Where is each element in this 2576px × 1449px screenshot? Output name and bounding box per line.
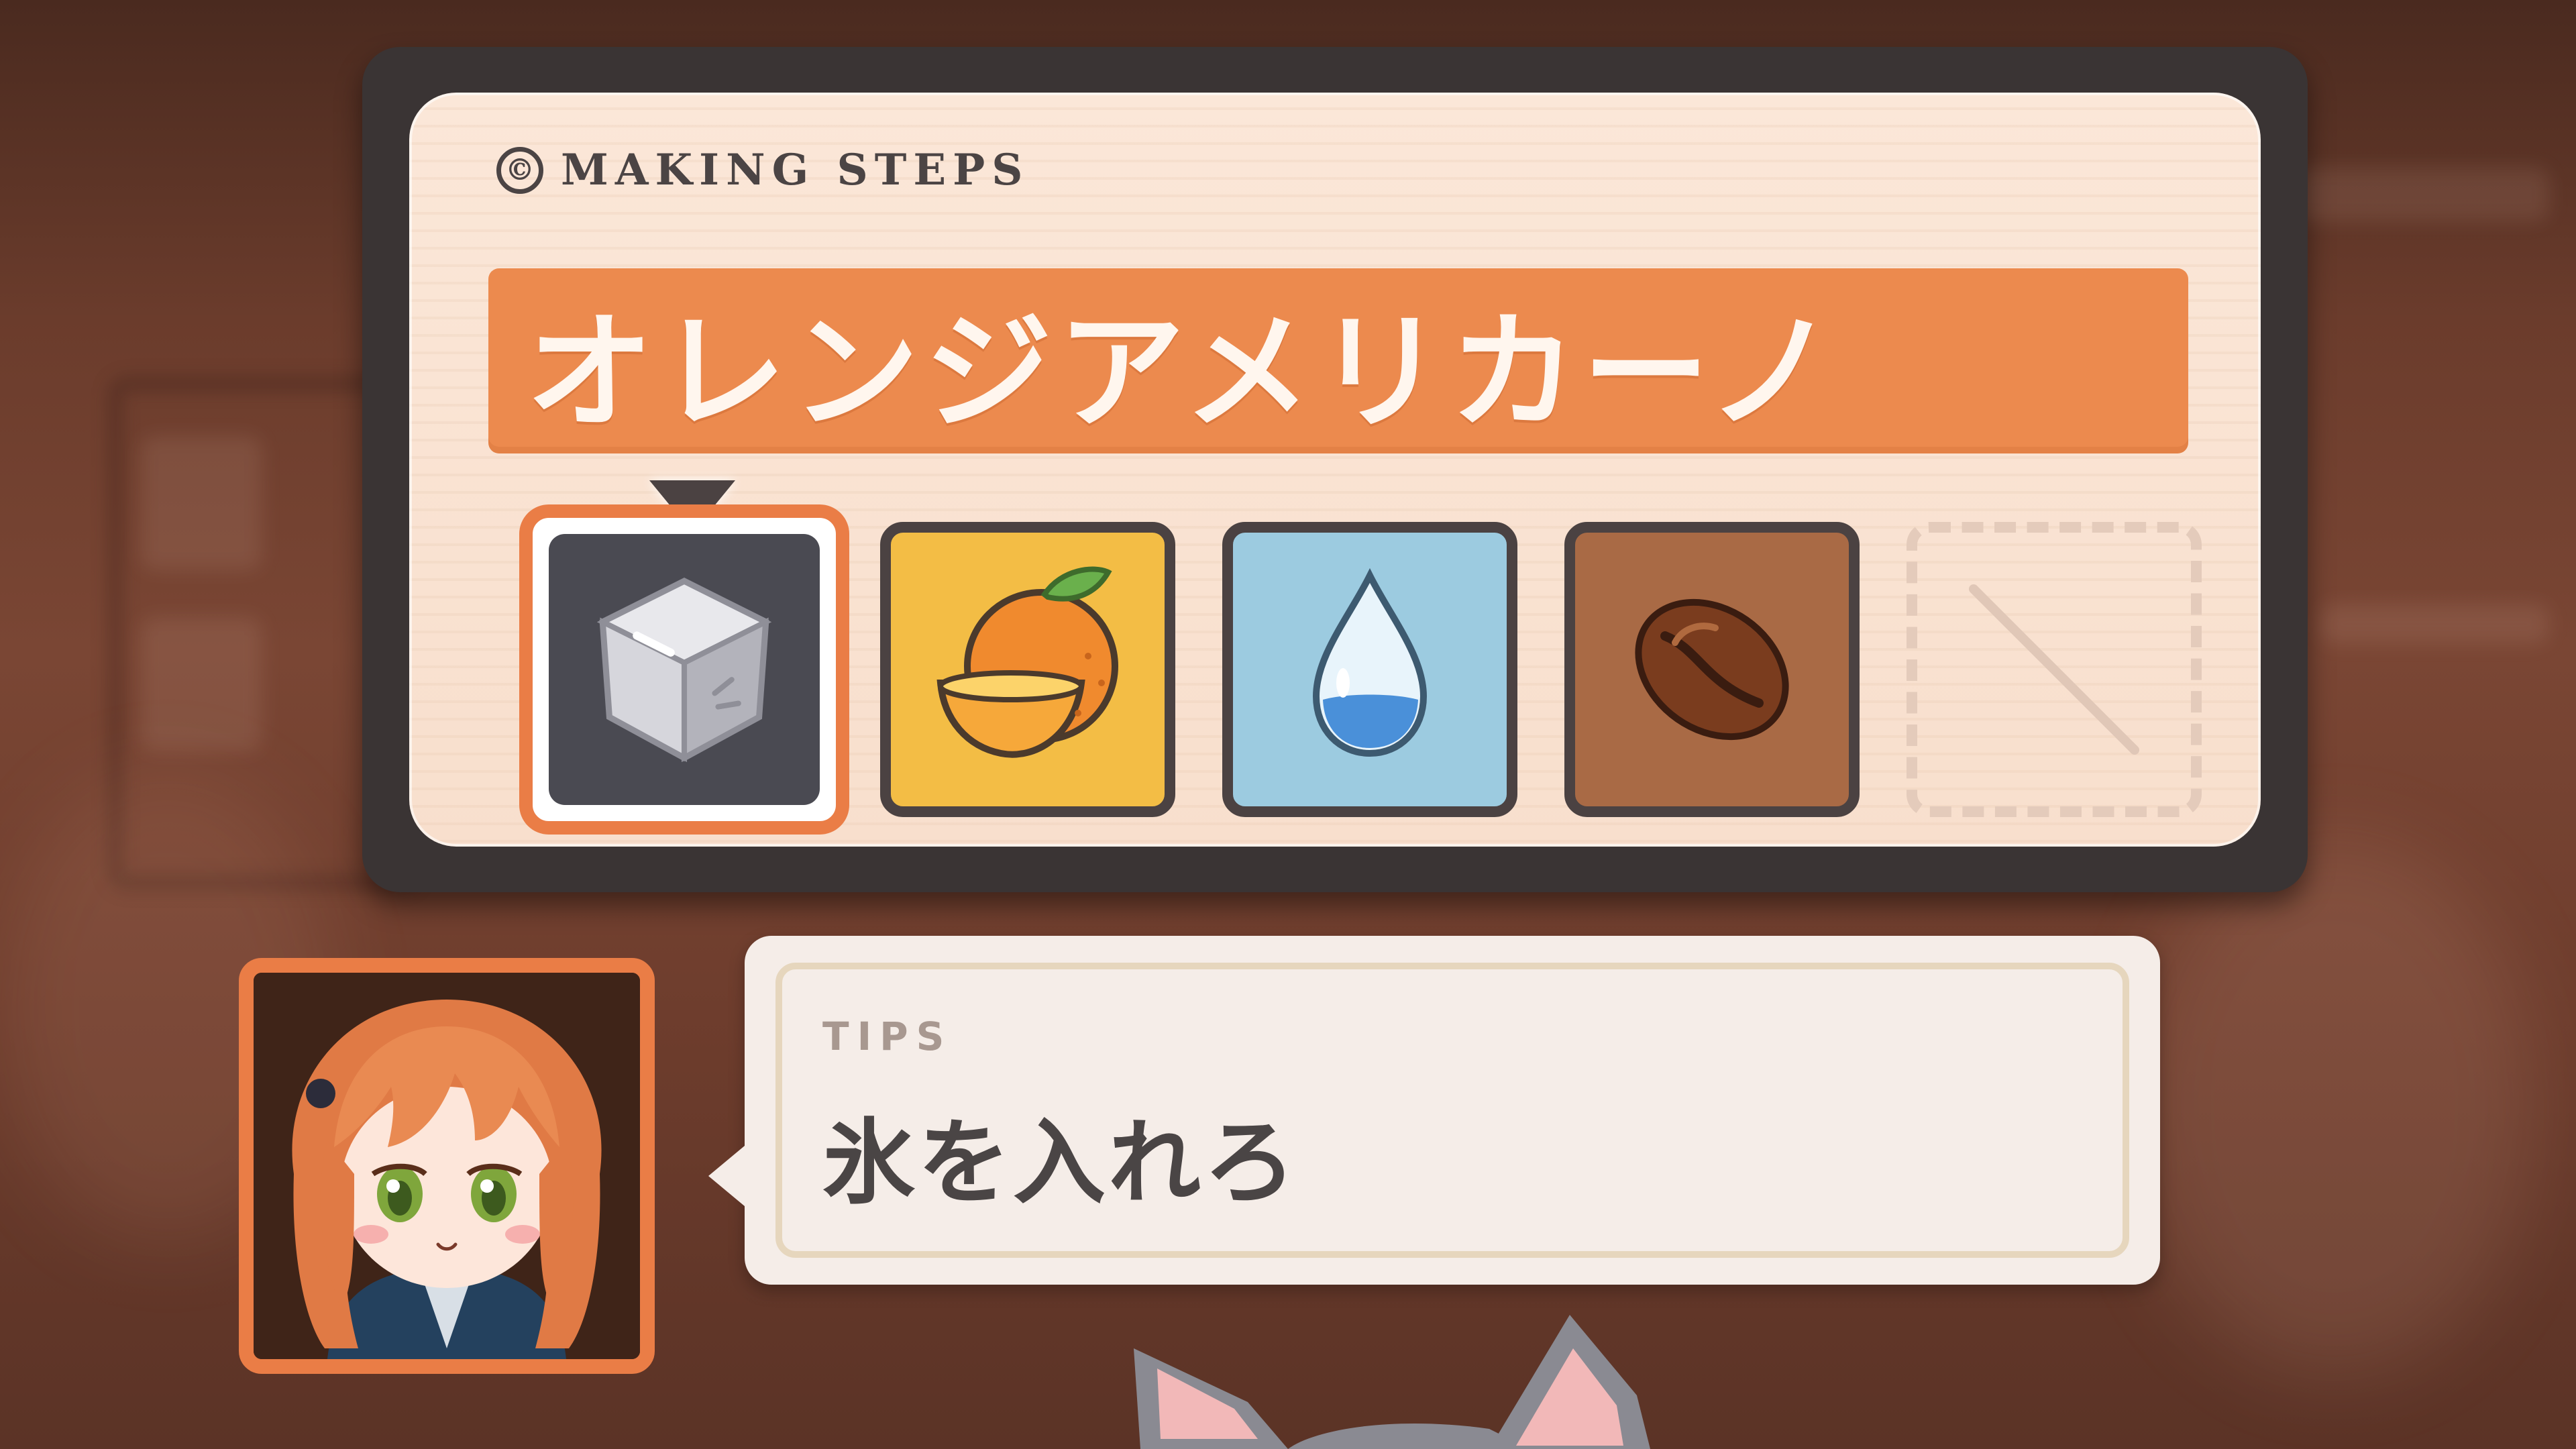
making-steps-panel: © MAKING STEPS オレンジアメリカーノ	[362, 47, 2308, 892]
tips-bubble: TIPS 氷を入れろ	[708, 936, 2160, 1285]
water-drop-icon	[1312, 568, 1428, 757]
empty-slot-icon	[1969, 584, 2139, 755]
step-slot-water[interactable]	[1222, 522, 1517, 817]
orange-icon	[936, 566, 1118, 758]
making-steps-header: © MAKING STEPS	[496, 145, 1029, 195]
cat-ears	[1134, 1315, 1650, 1449]
recipe-banner: オレンジアメリカーノ	[488, 268, 2188, 453]
game-scene: © MAKING STEPS オレンジアメリカーノ TIPS 氷を入れろ	[0, 0, 2576, 1449]
background-shelf	[2294, 168, 2549, 221]
background-shelf	[141, 617, 262, 751]
copyright-icon: ©	[496, 146, 543, 194]
making-steps-card: © MAKING STEPS オレンジアメリカーノ	[409, 93, 2261, 847]
coffee-bean-icon	[1635, 598, 1789, 741]
step-slot-empty[interactable]	[1907, 522, 2202, 817]
making-steps-label: MAKING STEPS	[561, 145, 1030, 195]
background-shelf	[2321, 604, 2549, 644]
character-portrait	[254, 973, 640, 1359]
recipe-name: オレンジアメリカーノ	[526, 298, 1841, 447]
background-shelf	[141, 436, 262, 570]
tips-label: TIPS	[822, 1014, 953, 1059]
step-slot-coffee-bean[interactable]	[1564, 522, 1860, 817]
character-avatar	[239, 958, 655, 1374]
tips-text: 氷を入れろ	[822, 1109, 1299, 1217]
speech-bubble-tail	[708, 1142, 749, 1210]
step-slot-ice[interactable]	[519, 504, 849, 835]
background-light	[2133, 839, 2536, 1375]
step-slot-orange[interactable]	[880, 522, 1175, 817]
ice-cube-icon	[596, 578, 772, 763]
